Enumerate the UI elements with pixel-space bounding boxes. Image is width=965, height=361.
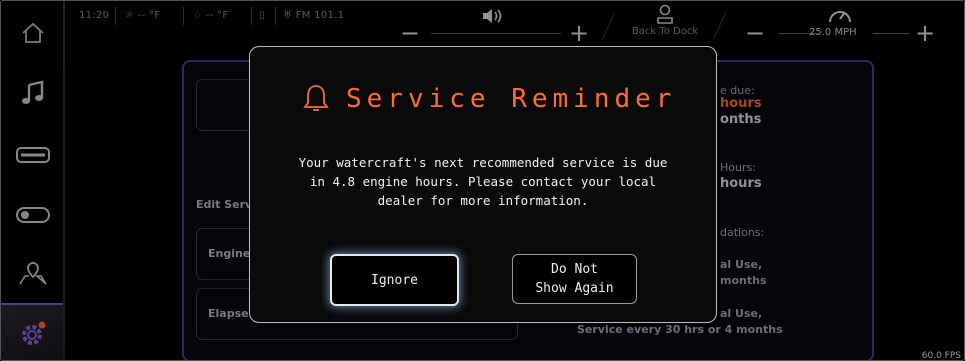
ignore-button[interactable]: Ignore [330, 254, 459, 306]
bell-icon [303, 85, 329, 111]
do-not-show-line2: Show Again [535, 281, 614, 296]
dialog-message: Your watercraft's next recommended servi… [298, 155, 668, 208]
app-frame: 11:20 ☼ -- °F ♢ -- °F ▯ ♅ FM 101.1 − + B… [0, 0, 965, 361]
dialog-title: Service Reminder [346, 84, 677, 114]
do-not-show-again-button[interactable]: Do Not Show Again [512, 254, 637, 304]
do-not-show-line1: Do Not [551, 262, 598, 277]
fps-counter: 60.0 FPS [921, 351, 961, 361]
service-reminder-dialog: Service Reminder Your watercraft's next … [249, 46, 717, 323]
ignore-label: Ignore [371, 272, 418, 288]
